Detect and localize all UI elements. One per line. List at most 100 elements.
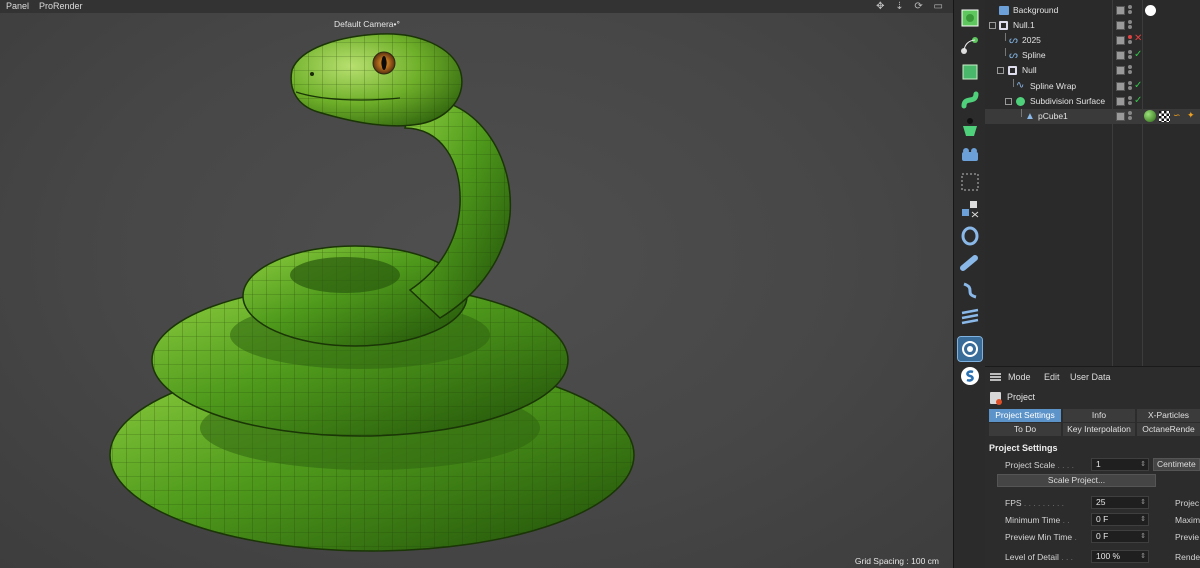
checker-tag-icon[interactable] bbox=[1159, 111, 1170, 122]
render-lod-label: Rende bbox=[1175, 552, 1200, 562]
background-icon bbox=[999, 6, 1009, 15]
attribute-manager: Mode Edit User Data Project Project Sett… bbox=[985, 366, 1200, 568]
visibility-toggle[interactable] bbox=[1116, 51, 1125, 60]
menu-prorender[interactable]: ProRender bbox=[39, 1, 83, 11]
object-manager[interactable]: Background Null.1 ᔕ 2025 ✕ ᔕ Spline ✓ Nu… bbox=[985, 0, 1200, 366]
enabled-check-icon[interactable]: ✓ bbox=[1134, 49, 1142, 60]
object-row-background[interactable]: Background bbox=[985, 3, 1200, 18]
material-tag-icon[interactable] bbox=[1144, 110, 1156, 122]
subdivision-icon bbox=[1016, 97, 1025, 106]
preview-min-time-label: Preview Min Time . bbox=[1005, 532, 1077, 542]
visibility-toggle[interactable] bbox=[1116, 36, 1125, 45]
hamburger-menu-icon[interactable] bbox=[990, 373, 1001, 381]
layout-icon[interactable] bbox=[958, 197, 982, 221]
vertical-toolbar bbox=[953, 0, 985, 568]
project-scale-unit-dropdown[interactable]: Centimete bbox=[1153, 458, 1200, 471]
render-dots[interactable] bbox=[1127, 34, 1133, 47]
render-dots[interactable] bbox=[1127, 110, 1133, 123]
object-row-2025[interactable]: ᔕ 2025 ✕ bbox=[985, 33, 1200, 48]
scale-project-button[interactable]: Scale Project... bbox=[997, 474, 1156, 487]
tab-info[interactable]: Info bbox=[1063, 409, 1135, 422]
3d-viewport[interactable]: Panel ProRender ✥ ⇣ ⟳ ▭ Default Camera•°… bbox=[0, 0, 953, 568]
collapse-icon[interactable] bbox=[989, 22, 996, 29]
selection-icon[interactable] bbox=[958, 170, 982, 194]
menu-user-data[interactable]: User Data bbox=[1070, 372, 1111, 382]
tab-key-interpolation[interactable]: Key Interpolation bbox=[1063, 423, 1135, 436]
menu-panel[interactable]: Panel bbox=[6, 1, 29, 11]
bend-icon[interactable] bbox=[958, 251, 982, 275]
spline-icon: ᔕ bbox=[1009, 50, 1018, 61]
project-icon bbox=[990, 392, 1002, 405]
deformer-icon[interactable] bbox=[958, 88, 982, 112]
object-row-spline-wrap[interactable]: ∿ Spline Wrap ✓ bbox=[985, 79, 1200, 94]
object-row-null[interactable]: Null bbox=[985, 63, 1200, 78]
tab-project-settings[interactable]: Project Settings bbox=[989, 409, 1061, 422]
viewport-navigation-icons[interactable]: ✥ ⇣ ⟳ ▭ bbox=[876, 1, 947, 12]
collapse-icon[interactable] bbox=[1005, 98, 1012, 105]
render-dots[interactable] bbox=[1127, 80, 1133, 93]
spinner-icon: ⇕ bbox=[1140, 516, 1146, 523]
fps-field[interactable]: 25 ⇕ bbox=[1091, 496, 1149, 509]
menu-mode[interactable]: Mode bbox=[1008, 372, 1031, 382]
render-dots[interactable] bbox=[1127, 4, 1133, 17]
generator-icon[interactable] bbox=[958, 60, 982, 84]
camera-icon[interactable] bbox=[958, 143, 982, 167]
render-dots[interactable] bbox=[1127, 19, 1133, 32]
visibility-toggle[interactable] bbox=[1116, 97, 1125, 106]
twist-icon[interactable] bbox=[958, 224, 982, 248]
minimum-time-field[interactable]: 0 F ⇕ bbox=[1091, 513, 1149, 526]
spline-wrap-icon: ∿ bbox=[1016, 80, 1025, 91]
render-dots[interactable] bbox=[1127, 95, 1133, 108]
spinner-icon: ⇕ bbox=[1140, 553, 1146, 560]
null-icon bbox=[999, 21, 1008, 30]
minimum-time-label: Minimum Time . . bbox=[1005, 515, 1070, 525]
preview-min-time-field[interactable]: 0 F ⇕ bbox=[1091, 530, 1149, 543]
null-icon bbox=[1008, 66, 1017, 75]
maximum-time-label: Maxim bbox=[1175, 515, 1200, 525]
spline-pen-icon[interactable] bbox=[958, 33, 982, 57]
project-time-label: Projec bbox=[1175, 498, 1200, 508]
disabled-cross-icon[interactable]: ✕ bbox=[1134, 33, 1142, 44]
object-row-subdivision-surface[interactable]: Subdivision Surface ✓ bbox=[985, 94, 1200, 109]
preview-max-time-label: Previe bbox=[1175, 532, 1200, 542]
tab-octane-render[interactable]: OctaneRende bbox=[1137, 423, 1200, 436]
white-circle-tag-icon[interactable] bbox=[1145, 5, 1156, 16]
extra-tag-icon[interactable]: ✦ bbox=[1187, 110, 1195, 121]
level-of-detail-label: Level of Detail . . . bbox=[1005, 552, 1074, 562]
object-row-null-1[interactable]: Null.1 bbox=[985, 18, 1200, 33]
visibility-toggle[interactable] bbox=[1116, 6, 1125, 15]
render-dots[interactable] bbox=[1127, 64, 1133, 77]
enabled-check-icon[interactable]: ✓ bbox=[1134, 80, 1142, 91]
tab-to-do[interactable]: To Do bbox=[989, 423, 1061, 436]
visibility-toggle[interactable] bbox=[1116, 112, 1125, 121]
project-scale-field[interactable]: 1 ⇕ bbox=[1091, 458, 1149, 471]
snake-model bbox=[109, 33, 635, 552]
spinner-icon: ⇕ bbox=[1140, 499, 1146, 506]
object-row-pcube1[interactable]: ▲ pCube1 ∽ ✦ bbox=[985, 109, 1200, 124]
object-row-spline[interactable]: ᔕ Spline ✓ bbox=[985, 48, 1200, 63]
tab-x-particles[interactable]: X-Particles bbox=[1137, 409, 1200, 422]
cube-primitive-icon[interactable] bbox=[958, 6, 982, 30]
polygon-icon: ▲ bbox=[1025, 111, 1035, 122]
spinner-icon: ⇕ bbox=[1140, 461, 1146, 468]
project-scale-label: Project Scale . . . . bbox=[1005, 460, 1074, 470]
ik-tag-icon[interactable]: ∽ bbox=[1173, 110, 1181, 121]
menu-edit[interactable]: Edit bbox=[1044, 372, 1060, 382]
grid-spacing-readout: Grid Spacing : 100 cm bbox=[854, 556, 939, 566]
level-of-detail-field[interactable]: 100 % ⇕ bbox=[1091, 550, 1149, 563]
figure-icon[interactable] bbox=[958, 115, 982, 139]
render-dots[interactable] bbox=[1127, 49, 1133, 62]
camera-label[interactable]: Default Camera•° bbox=[334, 19, 400, 29]
viewport-menubar: Panel ProRender ✥ ⇣ ⟳ ▭ bbox=[0, 0, 953, 13]
camera-marker-icon: •° bbox=[393, 19, 400, 29]
wave-icon[interactable] bbox=[958, 278, 982, 302]
visibility-toggle[interactable] bbox=[1116, 82, 1125, 91]
layers-icon[interactable] bbox=[958, 305, 982, 329]
enabled-check-icon[interactable]: ✓ bbox=[1134, 95, 1142, 106]
settings-icon[interactable] bbox=[957, 336, 983, 362]
spline-icon: ᔕ bbox=[1009, 35, 1018, 46]
collapse-icon[interactable] bbox=[997, 67, 1004, 74]
visibility-toggle[interactable] bbox=[1116, 21, 1125, 30]
script-icon[interactable] bbox=[958, 364, 982, 388]
visibility-toggle[interactable] bbox=[1116, 66, 1125, 75]
